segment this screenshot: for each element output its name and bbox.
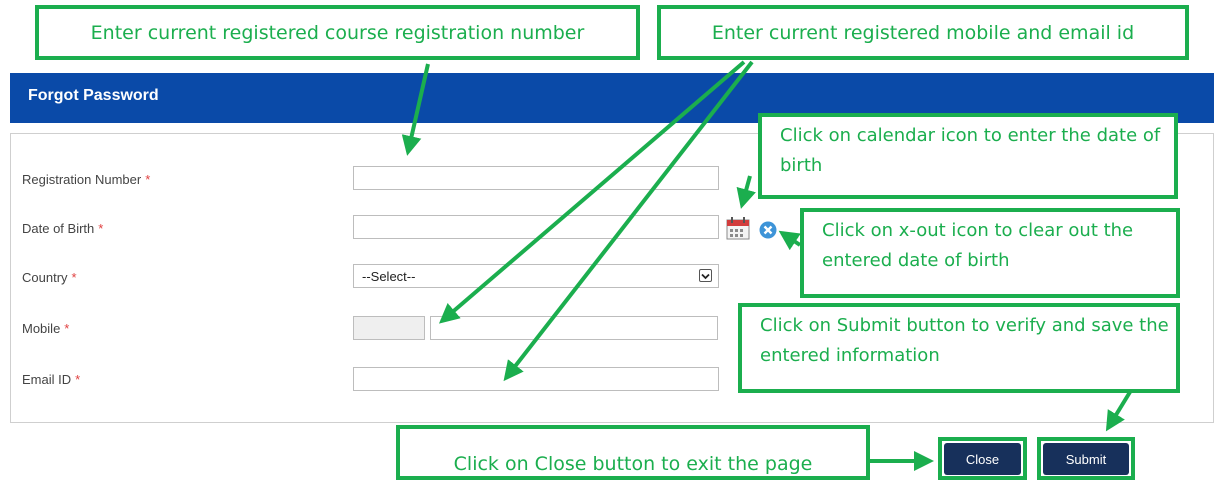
callout-x-out-icon: Click on x-out icon to clear out the ent… xyxy=(800,208,1180,298)
callout-mobile-email: Enter current registered mobile and emai… xyxy=(657,5,1189,60)
arrow-to-email-input xyxy=(503,60,754,382)
callout-submit-button: Click on Submit button to verify and sav… xyxy=(738,303,1180,393)
arrow-to-x-out-icon xyxy=(778,230,802,251)
callout-registration-number: Enter current registered course registra… xyxy=(35,5,640,60)
arrow-to-mobile-input xyxy=(438,60,746,324)
arrow-to-submit-button xyxy=(1105,390,1132,432)
arrow-to-calendar-icon xyxy=(736,175,756,209)
callout-calendar-icon: Click on calendar icon to enter the date… xyxy=(758,113,1178,199)
callout-close-button: Click on Close button to exit the page xyxy=(396,425,870,480)
arrow-to-registration-input xyxy=(401,63,430,156)
